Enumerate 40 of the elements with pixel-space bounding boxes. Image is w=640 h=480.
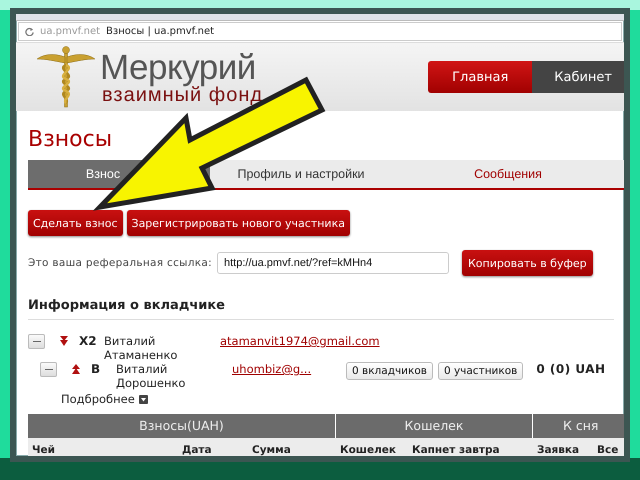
- column-header: Капнет завтра: [408, 438, 533, 456]
- collapse-button[interactable]: [40, 362, 57, 377]
- tab[interactable]: Сообщения: [392, 160, 624, 188]
- caduceus-logo-icon: [36, 45, 96, 109]
- group-header: К сня: [533, 414, 624, 438]
- count-button[interactable]: 0 участников: [438, 362, 524, 380]
- member-name: Виталий Дорошенко: [116, 362, 186, 390]
- column-header: Чей: [28, 438, 178, 456]
- nav-button[interactable]: Кабинет: [532, 61, 624, 93]
- copy-button[interactable]: Копировать в буфер: [462, 250, 593, 276]
- dropdown-icon[interactable]: [138, 394, 148, 404]
- details-link[interactable]: Подбробнее: [61, 392, 135, 406]
- column-header: Кошелек: [336, 438, 408, 456]
- column-header: Сумма: [248, 438, 336, 456]
- logo-title: Меркурий: [100, 50, 257, 84]
- column-header: Заявка: [533, 438, 593, 456]
- address-bar[interactable]: ua.pmvf.net Взносы | ua.pmvf.net: [18, 22, 622, 41]
- url-host: ua.pmvf.net: [40, 26, 100, 37]
- page-heading: Взносы: [28, 127, 114, 152]
- page-title: Взносы | ua.pmvf.net: [106, 26, 214, 37]
- count-button[interactable]: 0 вкладчиков: [346, 362, 433, 380]
- nav-button[interactable]: Главная: [428, 61, 532, 93]
- referral-link-field[interactable]: http://ua.pmvf.net/?ref=kMHn4: [217, 252, 449, 274]
- section-heading: Информация о вкладчике: [28, 298, 614, 320]
- email-link[interactable]: uhombiz@g...: [232, 362, 332, 376]
- action-button[interactable]: Зарегистрировать нового участника: [126, 210, 350, 236]
- rank-label: X2: [79, 334, 98, 348]
- collapse-button[interactable]: [28, 334, 45, 349]
- rank-label: B: [91, 362, 102, 376]
- total-amount: 0 (0) UAH: [536, 362, 606, 376]
- action-button[interactable]: Сделать взнос: [28, 210, 123, 236]
- column-header: Дата: [178, 438, 248, 456]
- group-header: Взносы(UAH): [28, 414, 336, 438]
- referral-label: Это ваша реферальная ссылка:: [28, 257, 212, 269]
- member-name: Виталий Атаманенко: [104, 334, 178, 362]
- group-header: Кошелек: [336, 414, 533, 438]
- column-header: Все: [593, 438, 624, 456]
- email-link[interactable]: atamanvit1974@gmail.com: [220, 334, 380, 348]
- reload-icon[interactable]: [25, 27, 34, 36]
- tab[interactable]: Профиль и настройки: [210, 160, 392, 188]
